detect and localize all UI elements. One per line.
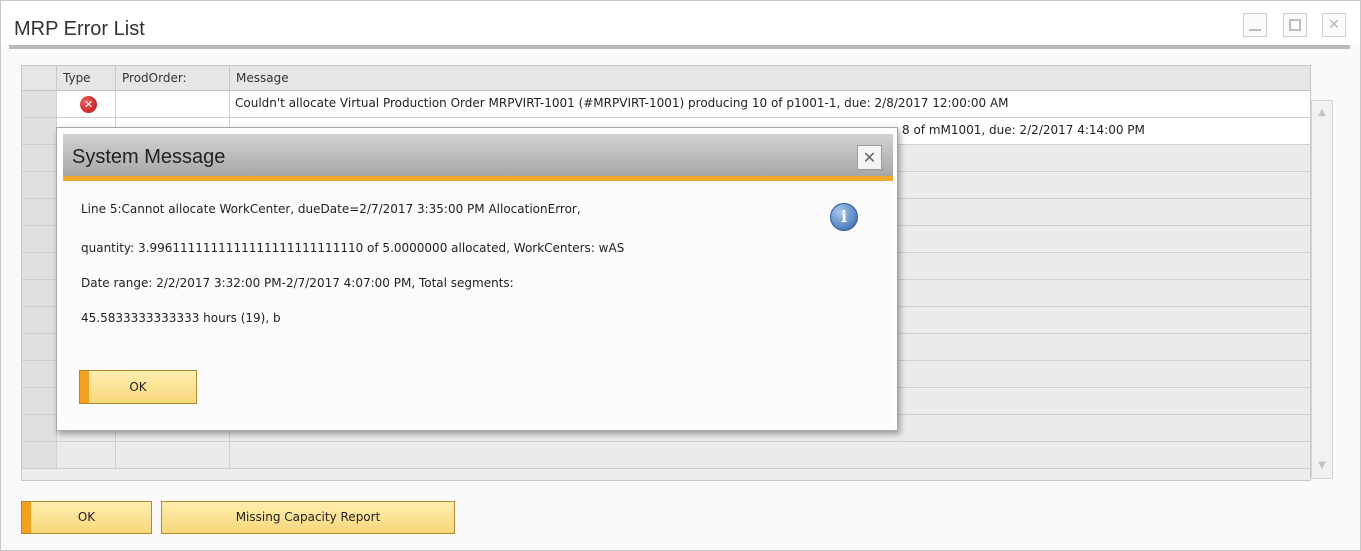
ok-button-label: OK (77, 510, 96, 524)
row-selector[interactable] (22, 118, 57, 144)
dialog-title: System Message (72, 146, 226, 168)
row-selector[interactable] (22, 307, 57, 333)
minimize-button[interactable] (1243, 13, 1267, 37)
row-type-cell (57, 442, 116, 468)
button-accent-stripe (22, 502, 31, 533)
info-icon: i (830, 203, 858, 231)
row-selector[interactable] (22, 253, 57, 279)
row-prodorder-cell (116, 442, 230, 468)
window-titlebar: MRP Error List ✕ (1, 1, 1360, 49)
scroll-down-icon[interactable]: ▼ (1312, 456, 1332, 476)
mrp-error-list-window: MRP Error List ✕ Type ProdOrder: Message… (0, 0, 1361, 551)
grid-scrollbar[interactable]: ▲ ▼ (1311, 100, 1333, 479)
dialog-titlebar[interactable]: System Message ✕ (63, 134, 893, 176)
column-header-message[interactable]: Message (230, 66, 1310, 91)
dialog-ok-label: OK (129, 380, 147, 394)
row-selector[interactable] (22, 226, 57, 252)
system-message-dialog: System Message ✕ Line 5:Cannot allocate … (56, 127, 898, 431)
ok-button[interactable]: OK (21, 501, 152, 534)
row-prodorder-cell (116, 91, 230, 117)
row-selector[interactable] (22, 145, 57, 171)
row-selector[interactable] (22, 361, 57, 387)
row-selector[interactable] (22, 442, 57, 468)
grid-header: Type ProdOrder: Message (22, 66, 1310, 91)
error-icon: ✕ (80, 96, 97, 113)
column-header-prodorder[interactable]: ProdOrder: (116, 66, 230, 91)
row-message-text: 8 of mM1001, due: 2/2/2017 4:14:00 PM (902, 123, 1145, 137)
missing-capacity-report-button[interactable]: Missing Capacity Report (161, 501, 455, 534)
table-row[interactable] (22, 442, 1310, 469)
column-header-type[interactable]: Type (57, 66, 116, 91)
message-line: 45.5833333333333 hours (19), b (81, 311, 281, 325)
row-message-cell: Couldn't allocate Virtual Production Ord… (230, 91, 1310, 117)
scroll-up-icon[interactable]: ▲ (1312, 103, 1332, 123)
message-line: quantity: 3.9961111111111111111111111110… (81, 241, 625, 255)
dialog-body: Line 5:Cannot allocate WorkCenter, dueDa… (63, 181, 893, 423)
message-line: Line 5:Cannot allocate WorkCenter, dueDa… (81, 202, 581, 216)
row-selector-header (22, 66, 57, 91)
dialog-ok-button[interactable]: OK (79, 370, 197, 404)
row-selector[interactable] (22, 280, 57, 306)
window-title: MRP Error List (14, 18, 145, 40)
close-icon: ✕ (1328, 17, 1340, 33)
table-row[interactable]: ✕ Couldn't allocate Virtual Production O… (22, 91, 1310, 118)
button-accent-stripe (80, 371, 89, 403)
row-selector[interactable] (22, 388, 57, 414)
dialog-close-button[interactable]: ✕ (857, 145, 882, 170)
window-close-button[interactable]: ✕ (1322, 13, 1346, 37)
missing-capacity-report-label: Missing Capacity Report (235, 510, 381, 524)
title-divider (9, 45, 1350, 49)
close-icon: ✕ (862, 148, 877, 167)
maximize-icon (1289, 19, 1301, 31)
row-selector[interactable] (22, 334, 57, 360)
row-type-cell: ✕ (57, 91, 116, 117)
row-selector[interactable] (22, 172, 57, 198)
message-line: Date range: 2/2/2017 3:32:00 PM-2/7/2017… (81, 276, 514, 290)
maximize-button[interactable] (1283, 13, 1307, 37)
row-selector[interactable] (22, 91, 57, 117)
minimize-icon (1249, 29, 1261, 31)
row-message-cell (230, 442, 1310, 468)
row-selector[interactable] (22, 415, 57, 441)
row-selector[interactable] (22, 199, 57, 225)
